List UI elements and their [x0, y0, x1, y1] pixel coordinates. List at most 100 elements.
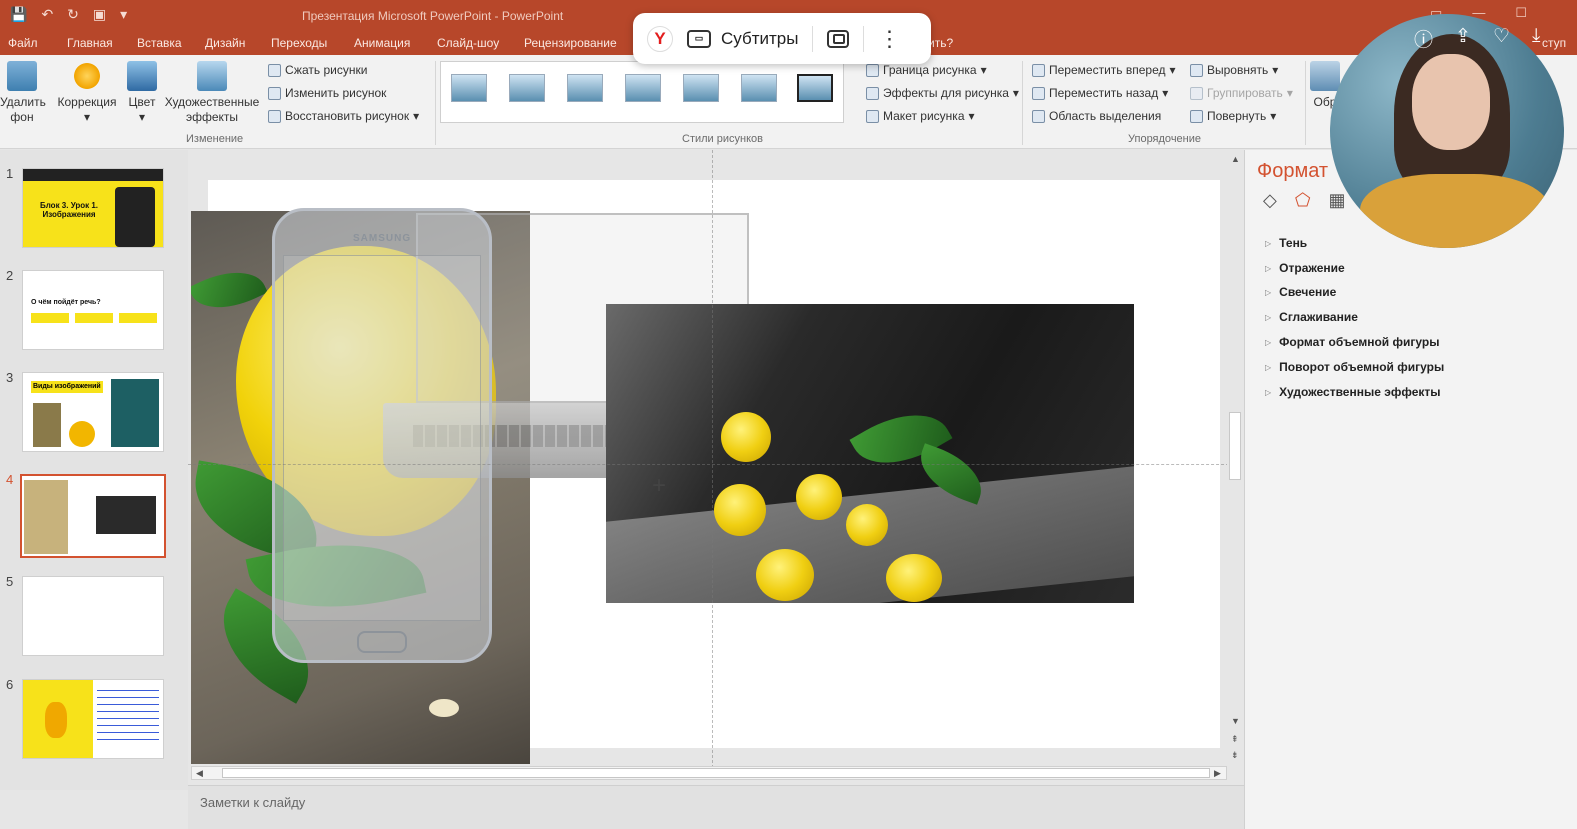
video-subtitles-toolbar: Y ▭ Субтитры ⋮	[633, 13, 931, 64]
redo-icon[interactable]: ↻	[67, 6, 79, 23]
align-button[interactable]: Выровнять ▾	[1190, 63, 1278, 77]
slide-thumbnail-6[interactable]	[22, 679, 164, 759]
vertical-scrollbar[interactable]: ▲ ▼ ⇞ ⇟	[1227, 150, 1244, 768]
download-icon[interactable]: ⤓	[1532, 25, 1540, 52]
dropdown-arrow-icon: ▾	[1270, 109, 1277, 123]
picture-layout-button[interactable]: Макет рисунка ▾	[866, 109, 975, 123]
tab-file[interactable]: Файл	[8, 36, 38, 50]
tab-slideshow[interactable]: Слайд-шоу	[437, 36, 499, 50]
tab-insert[interactable]: Вставка	[137, 36, 182, 50]
tab-design[interactable]: Дизайн	[205, 36, 245, 50]
present-icon[interactable]: ▣	[93, 6, 106, 23]
yandex-icon[interactable]: Y	[647, 25, 673, 52]
picture-style-3[interactable]	[567, 74, 603, 102]
pane-section-soft-edges[interactable]: ▷ Сглаживание	[1265, 310, 1358, 324]
selection-pane-button[interactable]: Область выделения	[1032, 109, 1161, 123]
phone-screen	[283, 255, 481, 621]
quick-access-toolbar: 💾 ↶ ↻ ▣ ▾	[10, 6, 127, 23]
picture-style-1[interactable]	[451, 74, 487, 102]
pane-section-label: Тень	[1279, 236, 1308, 250]
fill-line-icon[interactable]: ◇	[1263, 190, 1277, 211]
horizontal-scrollbar[interactable]: ◀ ▶	[191, 766, 1227, 780]
move-cursor-icon: +	[652, 472, 667, 499]
pane-section-reflection[interactable]: ▷ Отражение	[1265, 261, 1345, 275]
slide-thumbnail-5[interactable]	[22, 576, 164, 656]
slide-thumbnail-3[interactable]: Виды изображений	[22, 372, 164, 452]
phone-image[interactable]: SAMSUNG	[272, 208, 492, 663]
divider	[435, 61, 436, 145]
picture-style-5[interactable]	[683, 74, 719, 102]
tab-animations[interactable]: Анимация	[354, 36, 410, 50]
compress-pictures-button[interactable]: Сжать рисунки	[268, 63, 367, 77]
pane-title: Формат	[1257, 160, 1329, 182]
send-backward-button[interactable]: Переместить назад ▾	[1032, 86, 1168, 100]
scroll-up-icon[interactable]: ▲	[1231, 154, 1240, 164]
corrections-label: Коррекция	[57, 95, 117, 109]
pane-section-artistic-effects[interactable]: ▷ Художественные эффекты	[1265, 385, 1441, 399]
tab-transitions[interactable]: Переходы	[271, 36, 327, 50]
corrections-button[interactable]: Коррекция ▾	[54, 61, 120, 125]
more-options-icon[interactable]: ⋮	[878, 27, 900, 50]
artistic-effects-button[interactable]: Художественные эффекты	[162, 61, 262, 125]
share-partial[interactable]: ступ	[1542, 36, 1566, 50]
tab-review[interactable]: Рецензирование	[524, 36, 617, 50]
tell-me-partial[interactable]: ить?	[928, 36, 953, 50]
size-properties-icon[interactable]: ▦	[1329, 190, 1346, 211]
scroll-right-icon[interactable]: ▶	[1214, 768, 1221, 779]
previous-slide-icon[interactable]: ⇞	[1231, 734, 1239, 745]
undo-icon[interactable]: ↶	[41, 6, 53, 23]
bring-forward-button[interactable]: Переместить вперед ▾	[1032, 63, 1176, 77]
format-picture-pane: Формат ◇ ⬠ ▦ ▷ Тень ▷ Отражение ▷ Свечение …	[1244, 150, 1577, 829]
reset-picture-button[interactable]: Восстановить рисунок ▾	[268, 109, 419, 123]
share-icon[interactable]: ⇪	[1455, 25, 1471, 52]
color-button[interactable]: Цвет ▾	[124, 61, 160, 125]
maximize-icon[interactable]: ☐	[1515, 5, 1527, 21]
expand-icon: ▷	[1265, 387, 1272, 397]
subtitles-button[interactable]: ▭ Субтитры	[687, 29, 798, 49]
picture-in-picture-icon[interactable]	[827, 29, 850, 48]
slide-number: 2	[6, 268, 14, 283]
video-player-icons: ⓘ ⇪ ♡ ⤓	[1414, 25, 1540, 52]
remove-background-button[interactable]: Удалить фон	[0, 61, 46, 125]
effects-icon[interactable]: ⬠	[1295, 190, 1311, 211]
next-slide-icon[interactable]: ⇟	[1231, 750, 1239, 761]
artistic-effects-icon	[197, 61, 227, 91]
slide-3-title: Виды изображений	[31, 381, 103, 393]
color-label: Цвет	[128, 95, 156, 109]
picture-style-7[interactable]	[797, 74, 833, 102]
notes-pane[interactable]: Заметки к слайду	[188, 785, 1244, 829]
crop-icon	[1310, 61, 1340, 91]
slide-thumbnail-1[interactable]: Блок 3. Урок 1. Изображения	[22, 168, 164, 248]
scroll-down-icon[interactable]: ▼	[1231, 716, 1240, 726]
group-objects-button[interactable]: Группировать ▾	[1190, 86, 1293, 100]
picture-style-2[interactable]	[509, 74, 545, 102]
change-picture-button[interactable]: Изменить рисунок	[268, 86, 386, 100]
customize-qat-icon[interactable]: ▾	[120, 6, 127, 23]
slide-thumbnail-2[interactable]: О чём пойдёт речь?	[22, 270, 164, 350]
heart-icon[interactable]: ♡	[1493, 25, 1510, 52]
pepper-shape	[45, 702, 67, 738]
face-shape	[1412, 54, 1490, 150]
picture-effects-button[interactable]: Эффекты для рисунка ▾	[866, 86, 1019, 100]
rotate-button[interactable]: Повернуть ▾	[1190, 109, 1276, 123]
scrollbar-thumb[interactable]	[1229, 412, 1241, 480]
picture-style-4[interactable]	[625, 74, 661, 102]
slide-thumbnail-4-selected[interactable]	[20, 474, 166, 558]
pane-section-3d-format[interactable]: ▷ Формат объемной фигуры	[1265, 335, 1440, 349]
info-icon[interactable]: ⓘ	[1414, 25, 1433, 52]
pane-section-glow[interactable]: ▷ Свечение	[1265, 285, 1336, 299]
pane-section-label: Художественные эффекты	[1279, 385, 1441, 399]
picture-style-6[interactable]	[741, 74, 777, 102]
pane-section-shadow[interactable]: ▷ Тень	[1265, 236, 1307, 250]
lemon-image	[756, 549, 814, 601]
dark-lemons-photo[interactable]	[606, 304, 1134, 603]
scroll-left-icon[interactable]: ◀	[196, 768, 203, 779]
pane-section-3d-rotation[interactable]: ▷ Поворот объемной фигуры	[1265, 360, 1444, 374]
slide-number: 6	[6, 677, 14, 692]
save-icon[interactable]: 💾	[10, 6, 27, 23]
picture-border-button[interactable]: Граница рисунка ▾	[866, 63, 987, 77]
expand-icon: ▷	[1265, 263, 1272, 273]
phone-image	[115, 187, 155, 247]
tab-home[interactable]: Главная	[67, 36, 113, 50]
scrollbar-thumb[interactable]	[222, 768, 1210, 778]
